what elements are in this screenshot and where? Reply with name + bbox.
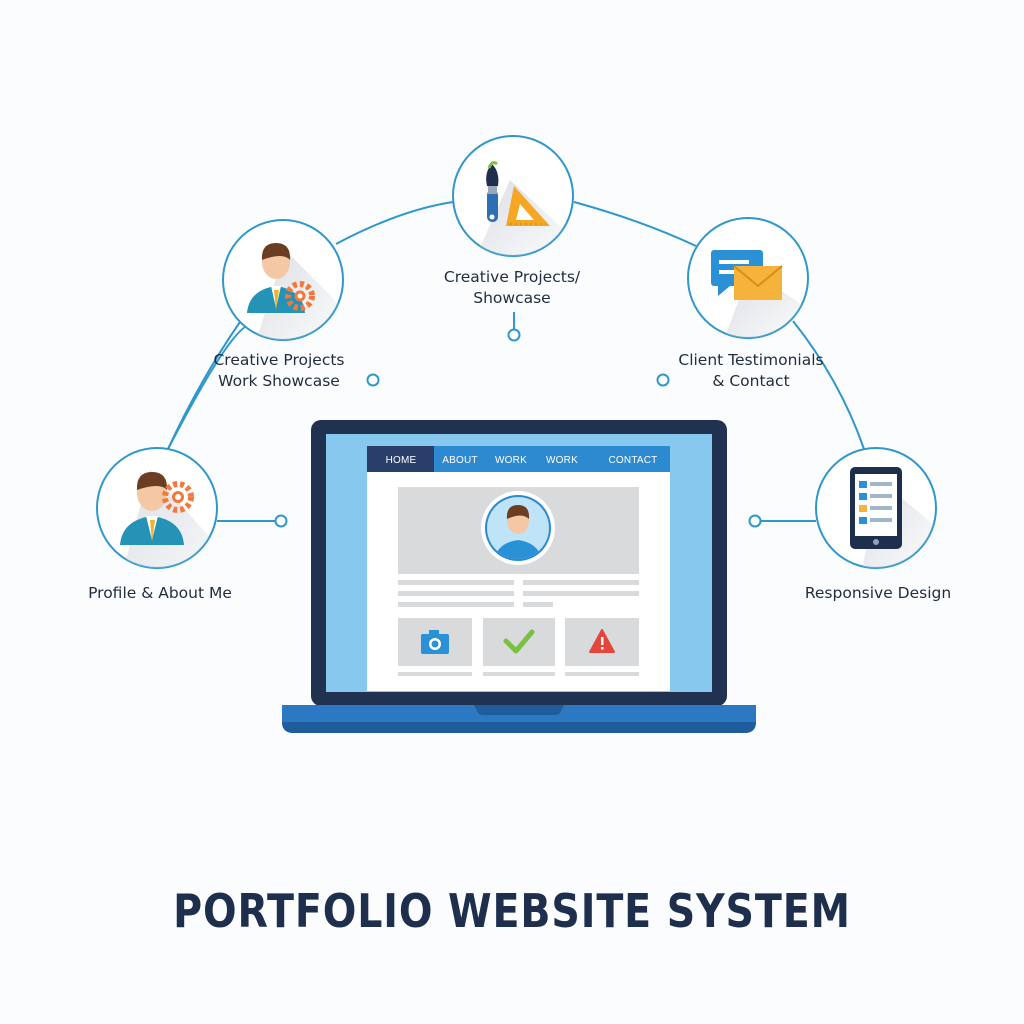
label-profile-text: Profile & About Me (88, 584, 232, 602)
label-creative-line-2: Showcase (473, 289, 551, 307)
label-responsive-text: Responsive Design (804, 584, 952, 602)
portfolio-diagram: HOME ABOUT WORK WORK CONTACT (96, 135, 940, 733)
nav-about[interactable]: ABOUT (442, 455, 477, 466)
nav-work-2[interactable]: WORK (546, 455, 578, 466)
label-responsive: Responsive Design (778, 583, 978, 604)
label-creative: Creative Projects/ Showcase (412, 267, 612, 309)
nav-work[interactable]: WORK (495, 455, 527, 466)
footer-placeholder-lines (398, 672, 639, 676)
label-testimonials-line-1: Client Testimonials (678, 351, 824, 369)
label-creative-line-1: Creative Projects/ (443, 268, 581, 286)
page-title: PORTFOLIO WEBSITE SYSTEM (173, 884, 851, 938)
label-work: Creative Projects Work Showcase (179, 350, 379, 392)
node-responsive[interactable] (815, 447, 940, 580)
nav-contact[interactable]: CONTACT (609, 455, 658, 466)
node-creative[interactable] (452, 135, 575, 270)
label-testimonials: Client Testimonials & Contact (651, 350, 851, 392)
tablet-icon (850, 467, 902, 549)
nav-home[interactable]: HOME (386, 455, 417, 466)
website-mockup: HOME ABOUT WORK WORK CONTACT (367, 446, 670, 691)
node-work[interactable] (222, 219, 345, 360)
label-work-line-1: Creative Projects (213, 351, 345, 369)
tile-check (483, 618, 555, 666)
label-testimonials-line-2: & Contact (712, 372, 790, 390)
label-work-line-2: Work Showcase (218, 372, 340, 390)
label-profile: Profile & About Me (60, 583, 260, 604)
node-testimonials[interactable] (687, 217, 810, 350)
